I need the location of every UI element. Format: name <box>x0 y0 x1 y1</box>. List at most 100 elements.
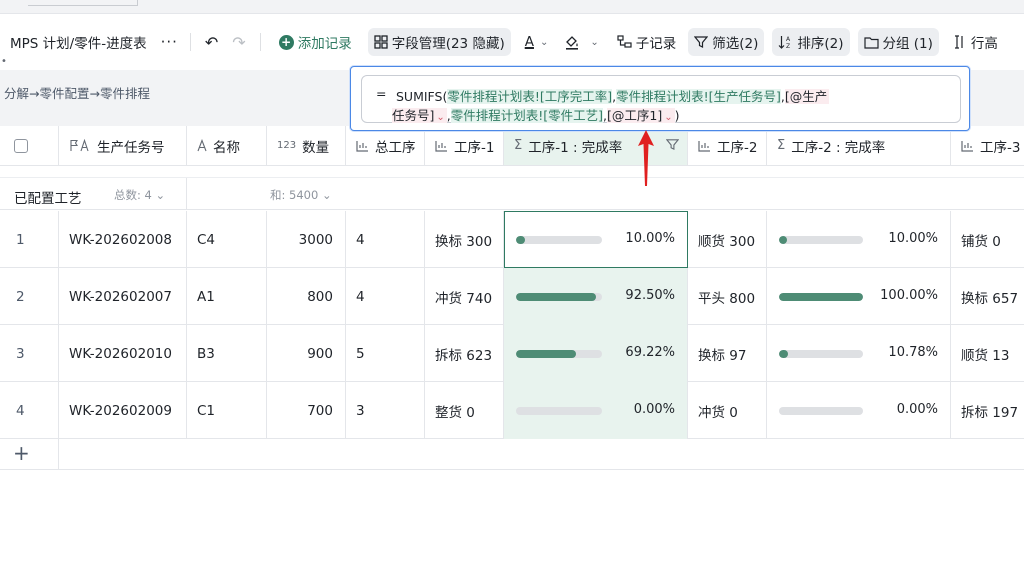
quantity-cell[interactable]: 3000 <box>267 211 346 268</box>
progress-fill <box>779 350 789 358</box>
step2-rate-cell[interactable]: 0.00% <box>767 382 951 439</box>
breadcrumb[interactable]: 分解→零件配置→零件排程 <box>4 83 150 102</box>
step1-cell[interactable]: 整货 0 <box>425 382 504 439</box>
name-cell[interactable]: A1 <box>187 268 267 325</box>
row-height-button[interactable]: 行高 <box>947 28 1004 56</box>
plus-icon[interactable]: + <box>13 443 30 463</box>
step2-rate-cell[interactable]: 10.00% <box>767 211 951 268</box>
column-header-quantity[interactable]: 123 数量 <box>267 126 346 166</box>
column-header-step2-rate[interactable]: Σ 工序-2 : 完成率 <box>767 126 951 166</box>
sub-record-button[interactable]: 子记录 <box>611 28 683 56</box>
table-row[interactable]: 4 WK-202602009 C1 700 3 整货 0 0.00% 冲货 0 0.00% 拆标 … <box>0 382 1024 439</box>
add-row[interactable]: + <box>0 438 1024 470</box>
row-index[interactable]: 1 <box>0 211 59 268</box>
total-steps-cell[interactable]: 4 <box>346 268 425 325</box>
column-header-task-no[interactable]: 生产任务号 <box>59 126 187 166</box>
step2-cell[interactable]: 冲货 0 <box>688 382 767 439</box>
column-label: 工序-1 <box>454 139 495 156</box>
column-header-step1[interactable]: 工序-1 <box>425 126 504 166</box>
task-no-cell[interactable]: WK-202602008 <box>59 211 187 268</box>
step2-cell[interactable]: 平头 800 <box>688 268 767 325</box>
group-header-row[interactable]: 已配置工艺 总数: 4 ⌄ 和: 5400 ⌄ <box>0 178 1024 210</box>
name-cell[interactable]: C4 <box>187 211 267 268</box>
task-no-cell-value: WK-202602009 <box>69 402 172 419</box>
step2-rate-cell[interactable]: 100.00% <box>767 268 951 325</box>
name-cell[interactable]: B3 <box>187 325 267 382</box>
task-no-cell[interactable]: WK-202602010 <box>59 325 187 382</box>
step3-cell[interactable]: 拆标 197 <box>951 382 1024 439</box>
sort-button[interactable]: AZ 排序(2) <box>772 28 850 56</box>
step1-rate-cell[interactable]: 92.50% <box>504 268 688 325</box>
field-manage-button[interactable]: 字段管理(23 隐藏) <box>367 28 511 56</box>
redo-icon[interactable]: ↷ <box>232 33 245 52</box>
task-no-cell-value: WK-202602010 <box>69 345 172 362</box>
step2-cell[interactable]: 顺货 300 <box>688 211 767 268</box>
column-header-name[interactable]: 名称 <box>187 126 267 166</box>
rate-value: 0.00% <box>633 402 675 417</box>
step3-cell[interactable]: 铺货 0 <box>951 211 1024 268</box>
select-all-checkbox[interactable] <box>14 138 28 153</box>
lookup-icon <box>698 140 711 152</box>
column-label: 工序-1 : 完成率 <box>528 139 623 156</box>
table-title[interactable]: MPS 计划/零件-进度表 <box>10 32 147 52</box>
formula-param[interactable]: [@工序1] ⌄ <box>607 108 675 123</box>
table-row[interactable]: 1 WK-202602008 C4 3000 4 换标 300 10.00% 顺货 300 10… <box>0 211 1024 268</box>
add-record-button[interactable]: + 添加记录 <box>273 28 358 56</box>
total-steps-cell[interactable]: 4 <box>346 211 425 268</box>
total-steps-cell-value: 3 <box>356 402 365 419</box>
column-header-step2[interactable]: 工序-2 <box>688 126 767 166</box>
column-header-step1-rate[interactable]: Σ 工序-1 : 完成率 <box>504 126 688 166</box>
fill-color-button[interactable]: ⌄ <box>558 28 604 56</box>
quantity-cell[interactable]: 700 <box>267 382 346 439</box>
divider <box>189 33 191 51</box>
task-no-cell[interactable]: WK-202602007 <box>59 268 187 325</box>
column-header-total-steps[interactable]: 总工序 <box>346 126 425 166</box>
group-button[interactable]: 分组 (1) <box>857 28 939 56</box>
row-height-label: 行高 <box>970 36 998 52</box>
group-count[interactable]: 总数: 4 ⌄ <box>114 187 165 203</box>
step1-cell[interactable]: 拆标 623 <box>425 325 504 382</box>
step1-rate-cell[interactable]: 69.22% <box>504 325 688 382</box>
text-field-icon <box>197 139 207 152</box>
row-index[interactable]: 4 <box>0 382 59 439</box>
more-icon[interactable]: ··· <box>161 33 178 51</box>
formula-param[interactable]: 任务号] ⌄ <box>392 108 447 123</box>
chevron-down-icon: ⌄ <box>155 188 166 202</box>
divider <box>58 438 59 470</box>
total-steps-cell[interactable]: 3 <box>346 382 425 439</box>
quantity-cell[interactable]: 900 <box>267 325 346 382</box>
name-cell[interactable]: C1 <box>187 382 267 439</box>
table-row[interactable]: 2 WK-202602007 A1 800 4 冲货 740 92.50% 平头 800 100… <box>0 268 1024 325</box>
filter-icon[interactable] <box>665 138 680 155</box>
paint-bucket-icon <box>564 35 580 50</box>
step1-cell[interactable]: 换标 300 <box>425 211 504 268</box>
quantity-cell[interactable]: 800 <box>267 268 346 325</box>
step1-cell[interactable]: 冲货 740 <box>425 268 504 325</box>
formula-input[interactable]: = SUMIFS(零件排程计划表![工序完工率],零件排程计划表![生产任务号]… <box>361 75 961 123</box>
sigma-icon: Σ <box>777 138 786 153</box>
column-header-step3[interactable]: 工序-3 <box>951 126 1024 166</box>
group-sum[interactable]: 和: 5400 ⌄ <box>270 187 332 203</box>
formula-editor[interactable]: = SUMIFS(零件排程计划表![工序完工率],零件排程计划表![生产任务号]… <box>350 66 970 131</box>
annotation-arrow-icon <box>638 130 654 186</box>
step1-rate-cell[interactable]: 0.00% <box>504 382 688 439</box>
chevron-down-icon: ⌄ <box>664 112 673 123</box>
text-color-button[interactable]: A ⌄ <box>519 28 555 56</box>
row-index[interactable]: 2 <box>0 268 59 325</box>
step2-cell[interactable]: 换标 97 <box>688 325 767 382</box>
filter-button[interactable]: 筛选(2) <box>688 28 765 56</box>
step1-rate-cell[interactable]: 10.00% <box>504 211 688 268</box>
undo-icon[interactable]: ↶ <box>205 33 218 52</box>
step3-cell-value: 换标 657 <box>961 290 1019 307</box>
progress-fill <box>516 293 596 301</box>
sigma-icon: Σ <box>514 138 523 153</box>
table-row[interactable]: 3 WK-202602010 B3 900 5 拆标 623 69.22% 换标 97 10.7… <box>0 325 1024 382</box>
step2-rate-cell[interactable]: 10.78% <box>767 325 951 382</box>
column-label: 工序-3 <box>980 139 1021 156</box>
row-index-value: 3 <box>16 345 25 362</box>
total-steps-cell[interactable]: 5 <box>346 325 425 382</box>
task-no-cell[interactable]: WK-202602009 <box>59 382 187 439</box>
row-index[interactable]: 3 <box>0 325 59 382</box>
step3-cell[interactable]: 换标 657 <box>951 268 1024 325</box>
step3-cell[interactable]: 顺货 13 <box>951 325 1024 382</box>
